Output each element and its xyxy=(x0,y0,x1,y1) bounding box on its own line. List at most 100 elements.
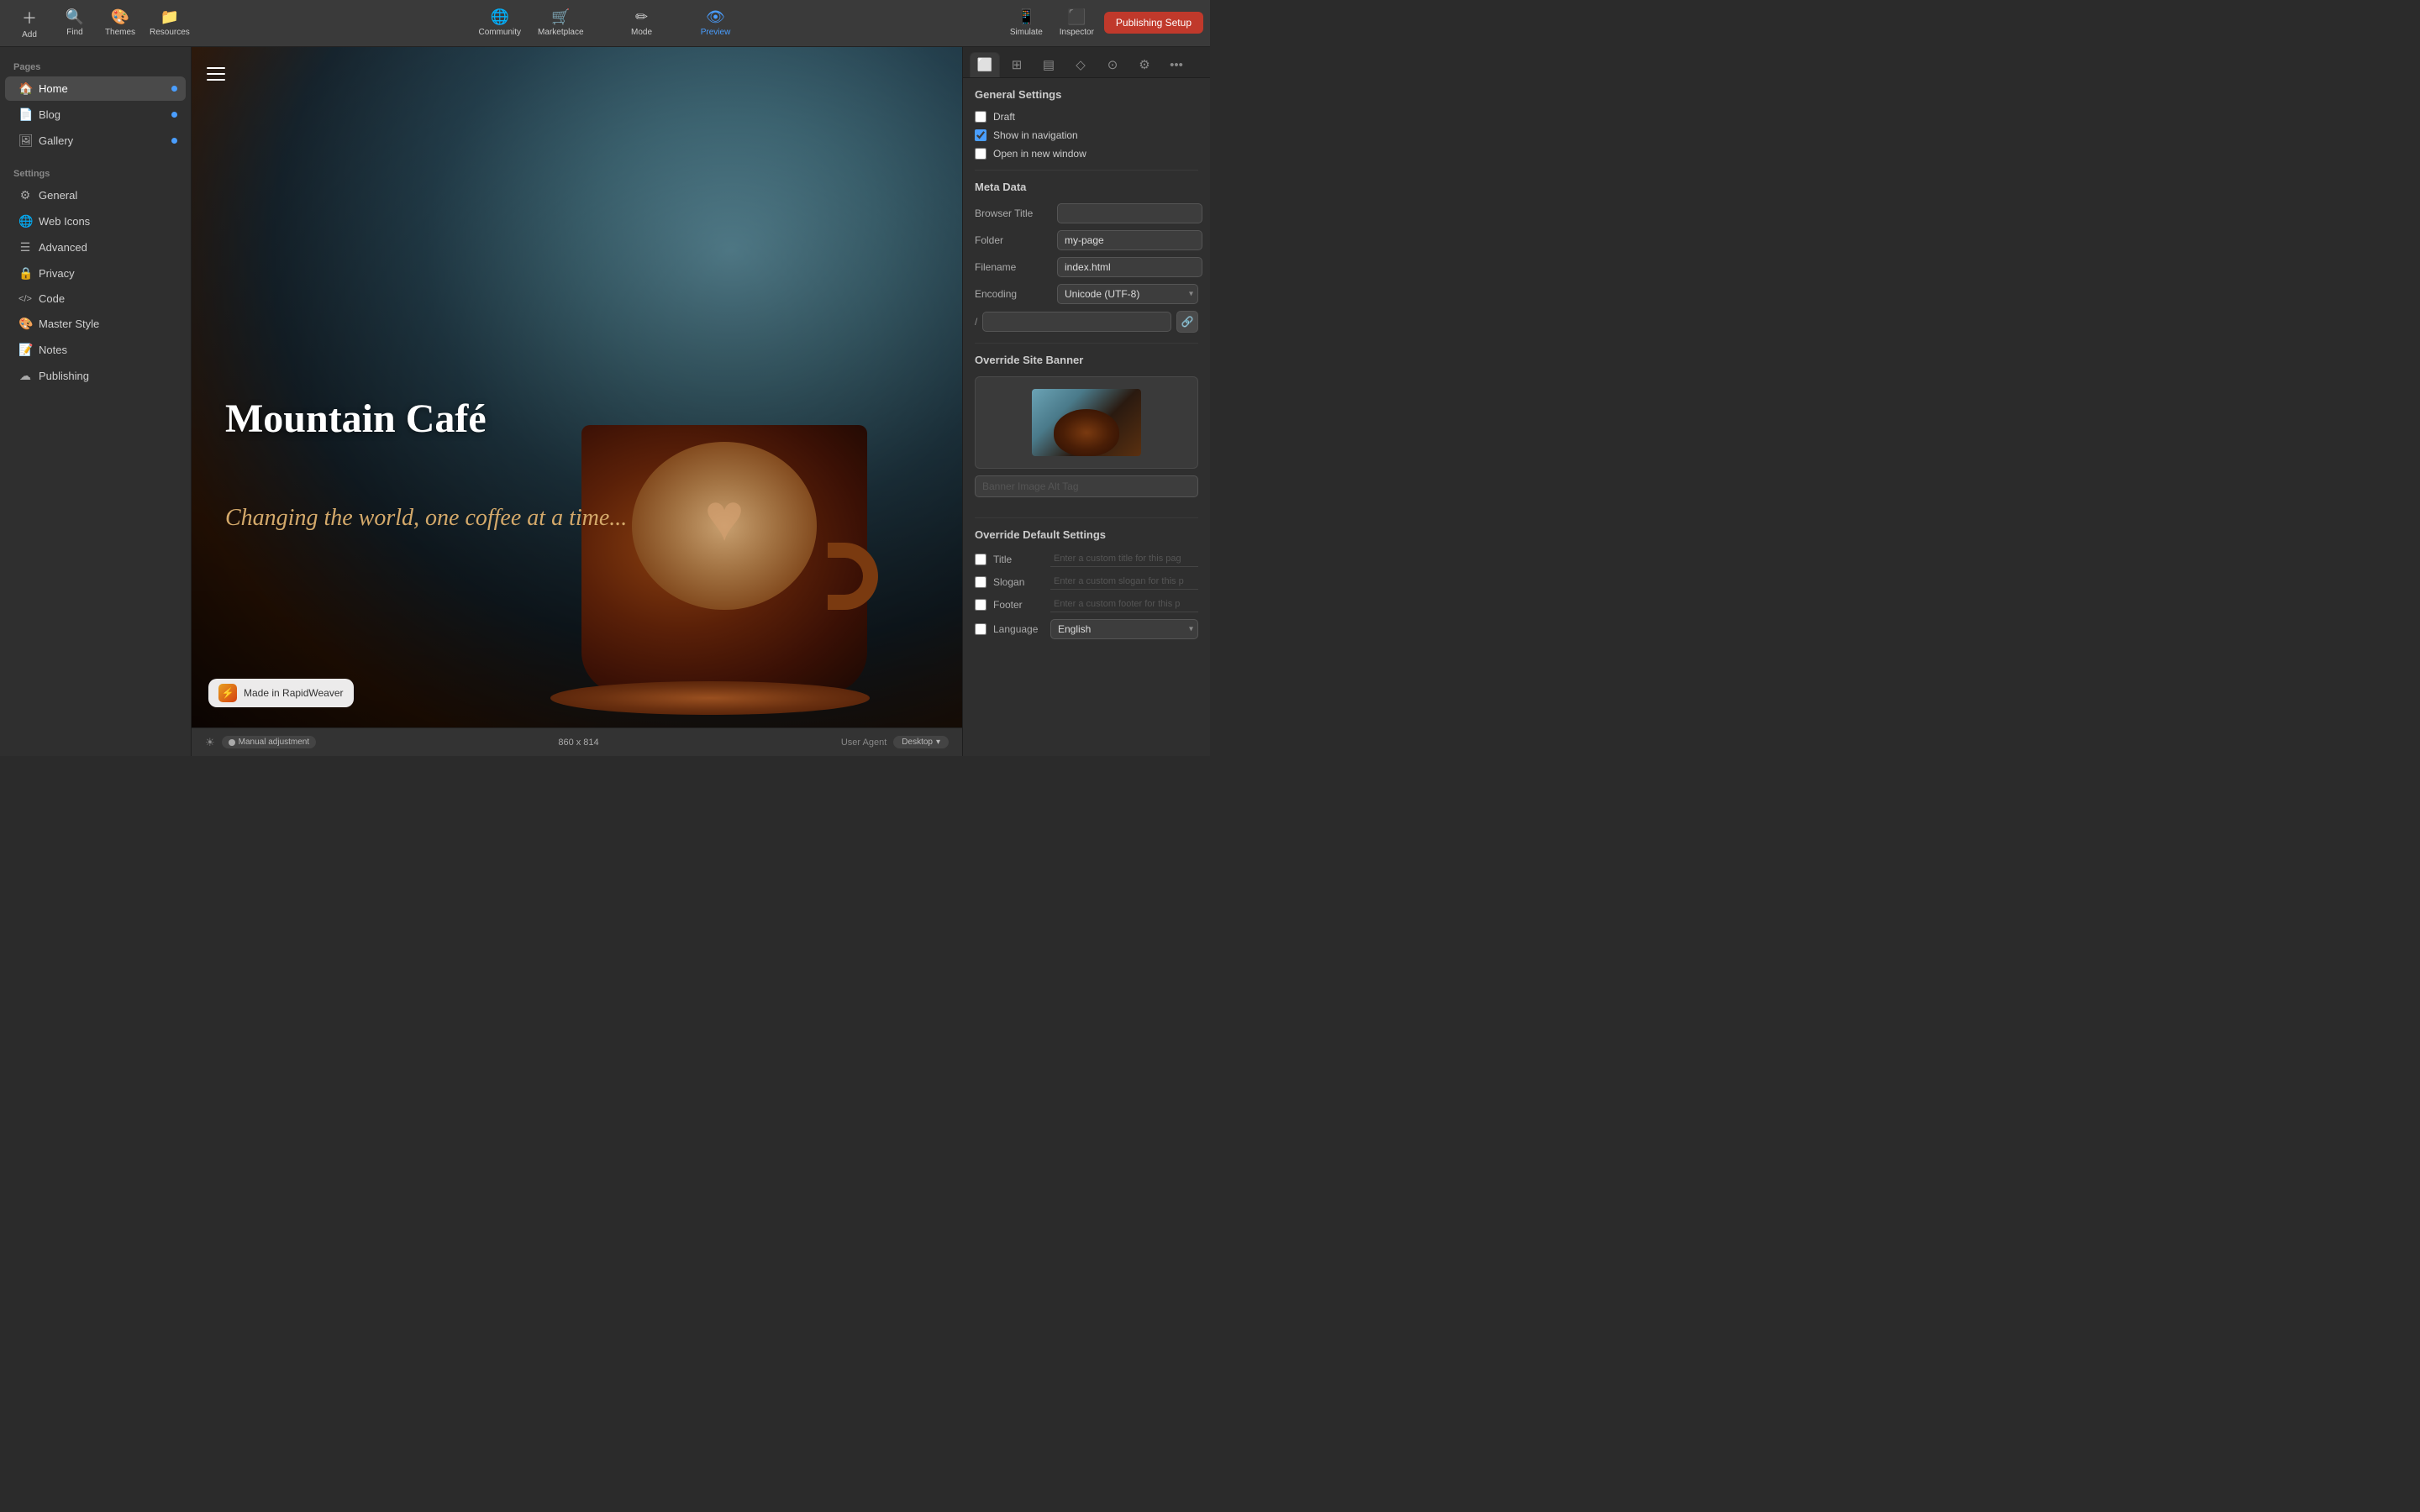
user-agent-label: User Agent xyxy=(841,738,886,748)
advanced-icon: ☰ xyxy=(18,240,32,255)
privacy-icon: 🔒 xyxy=(18,266,32,281)
panel-tabs: ⬜ ⊞ ▤ ◇ ⊙ ⚙ ••• xyxy=(963,47,1210,78)
sidebar-item-home-label: Home xyxy=(39,82,68,95)
manual-adjustment-pill[interactable]: Manual adjustment xyxy=(222,736,317,748)
add-icon: ＋ xyxy=(22,7,37,29)
filename-row: Filename xyxy=(975,257,1198,277)
folder-row: Folder xyxy=(975,230,1198,250)
encoding-label: Encoding xyxy=(975,288,1050,300)
right-panel-content: General Settings Draft Show in navigatio… xyxy=(963,78,1210,756)
inspector-icon: ⬛ xyxy=(1067,8,1086,26)
banner-image-container[interactable] xyxy=(975,376,1198,469)
banner-alt-input[interactable] xyxy=(975,475,1198,497)
made-in-rapidweaver-badge: ⚡ Made in RapidWeaver xyxy=(208,679,354,707)
override-slogan-input[interactable] xyxy=(1050,574,1198,590)
site-preview: ♥ Mountain Café Changing the world, one … xyxy=(192,47,962,727)
show-in-nav-label[interactable]: Show in navigation xyxy=(993,129,1078,141)
open-new-window-label[interactable]: Open in new window xyxy=(993,148,1086,160)
tab-columns[interactable]: ⊞ xyxy=(1002,52,1032,77)
preview-button[interactable]: 👁 Preview xyxy=(693,5,739,40)
browser-title-row: Browser Title xyxy=(975,203,1198,223)
sidebar-item-blog-label: Blog xyxy=(39,108,60,121)
hamburger-menu[interactable] xyxy=(207,67,225,81)
code-icon: </> xyxy=(18,294,32,304)
add-button[interactable]: ＋ Add xyxy=(7,3,52,43)
tab-more[interactable]: ••• xyxy=(1161,52,1192,77)
resources-button[interactable]: 📁 Resources xyxy=(143,5,197,40)
home-icon: 🏠 xyxy=(18,81,32,96)
override-language-checkbox[interactable] xyxy=(975,623,986,635)
override-title-checkbox[interactable] xyxy=(975,554,986,565)
override-title-input[interactable] xyxy=(1050,551,1198,567)
blog-icon: 📄 xyxy=(18,108,32,122)
tab-settings[interactable]: ⚙ xyxy=(1129,52,1160,77)
simulate-icon: 📱 xyxy=(1017,8,1035,26)
filename-label: Filename xyxy=(975,261,1050,273)
inspector-button[interactable]: ⬛ Inspector xyxy=(1053,5,1101,40)
draft-label[interactable]: Draft xyxy=(993,111,1015,123)
sidebar-item-code[interactable]: </> Code xyxy=(5,287,186,310)
find-button[interactable]: 🔍 Find xyxy=(52,5,97,40)
tab-layout[interactable]: ▤ xyxy=(1034,52,1064,77)
sidebar: Pages 🏠 Home 📄 Blog 🖼 Gallery Settings ⚙… xyxy=(0,47,192,756)
tab-seo[interactable]: ⊙ xyxy=(1097,52,1128,77)
url-input[interactable] xyxy=(982,312,1171,332)
mode-button[interactable]: ✏ Mode xyxy=(619,5,665,40)
language-select[interactable]: English French German Spanish xyxy=(1050,619,1198,639)
sidebar-item-privacy[interactable]: 🔒 Privacy xyxy=(5,261,186,286)
sidebar-item-blog[interactable]: 📄 Blog xyxy=(5,102,186,127)
sidebar-item-master-style[interactable]: 🎨 Master Style xyxy=(5,312,186,336)
encoding-select[interactable]: Unicode (UTF-8) xyxy=(1057,284,1198,304)
toolbar: ＋ Add 🔍 Find 🎨 Themes 📁 Resources 🌐 Comm… xyxy=(0,0,1210,47)
show-in-nav-checkbox[interactable] xyxy=(975,129,986,141)
publishing-setup-button[interactable]: Publishing Setup xyxy=(1104,12,1203,34)
override-footer-input[interactable] xyxy=(1050,596,1198,612)
sidebar-item-publishing[interactable]: ☁ Publishing xyxy=(5,364,186,388)
override-banner-title: Override Site Banner xyxy=(975,354,1198,366)
marketplace-button[interactable]: 🛒 Marketplace xyxy=(531,5,590,40)
draft-checkbox[interactable] xyxy=(975,111,986,123)
sidebar-item-gallery[interactable]: 🖼 Gallery xyxy=(5,129,186,153)
canvas-content: ♥ Mountain Café Changing the world, one … xyxy=(192,47,962,727)
simulate-button[interactable]: 📱 Simulate xyxy=(1003,5,1050,40)
sidebar-item-general[interactable]: ⚙ General xyxy=(5,183,186,207)
made-in-label: Made in RapidWeaver xyxy=(244,687,344,699)
sidebar-item-advanced[interactable]: ☰ Advanced xyxy=(5,235,186,260)
tab-style[interactable]: ◇ xyxy=(1065,52,1096,77)
mode-icon: ✏ xyxy=(635,8,648,26)
url-link-button[interactable]: 🔗 xyxy=(1176,311,1198,333)
filename-input[interactable] xyxy=(1057,257,1202,277)
browser-title-input[interactable] xyxy=(1057,203,1202,223)
sidebar-item-notes[interactable]: 📝 Notes xyxy=(5,338,186,362)
web-icons-label: Web Icons xyxy=(39,215,90,228)
override-footer-row: Footer xyxy=(975,596,1198,612)
desktop-selector[interactable]: Desktop ▾ xyxy=(893,736,949,748)
divider-3 xyxy=(975,517,1198,518)
resources-icon: 📁 xyxy=(160,8,179,26)
override-slogan-checkbox[interactable] xyxy=(975,576,986,588)
open-new-window-checkbox[interactable] xyxy=(975,148,986,160)
themes-button[interactable]: 🎨 Themes xyxy=(97,5,143,40)
draft-row: Draft xyxy=(975,111,1198,123)
general-icon: ⚙ xyxy=(18,188,32,202)
find-icon: 🔍 xyxy=(66,8,84,26)
gallery-dot xyxy=(171,138,177,144)
override-defaults-title: Override Default Settings xyxy=(975,528,1198,541)
sidebar-item-home[interactable]: 🏠 Home xyxy=(5,76,186,101)
folder-input[interactable] xyxy=(1057,230,1202,250)
web-icons-icon: 🌐 xyxy=(18,214,32,228)
main-layout: Pages 🏠 Home 📄 Blog 🖼 Gallery Settings ⚙… xyxy=(0,47,1210,756)
override-footer-checkbox[interactable] xyxy=(975,599,986,611)
canvas-footer: ☀ Manual adjustment 860 x 814 User Agent… xyxy=(192,727,962,756)
sidebar-item-web-icons[interactable]: 🌐 Web Icons xyxy=(5,209,186,234)
general-settings-title: General Settings xyxy=(975,88,1198,101)
community-button[interactable]: 🌐 Community xyxy=(471,5,528,40)
show-in-nav-row: Show in navigation xyxy=(975,129,1198,141)
canvas-area: ♥ Mountain Café Changing the world, one … xyxy=(192,47,962,756)
tab-page[interactable]: ⬜ xyxy=(970,52,1000,77)
divider-2 xyxy=(975,343,1198,344)
folder-label: Folder xyxy=(975,234,1050,246)
override-title-row: Title xyxy=(975,551,1198,567)
override-language-row: Language English French German Spanish ▾ xyxy=(975,619,1198,639)
chevron-down-icon: ▾ xyxy=(936,738,940,747)
